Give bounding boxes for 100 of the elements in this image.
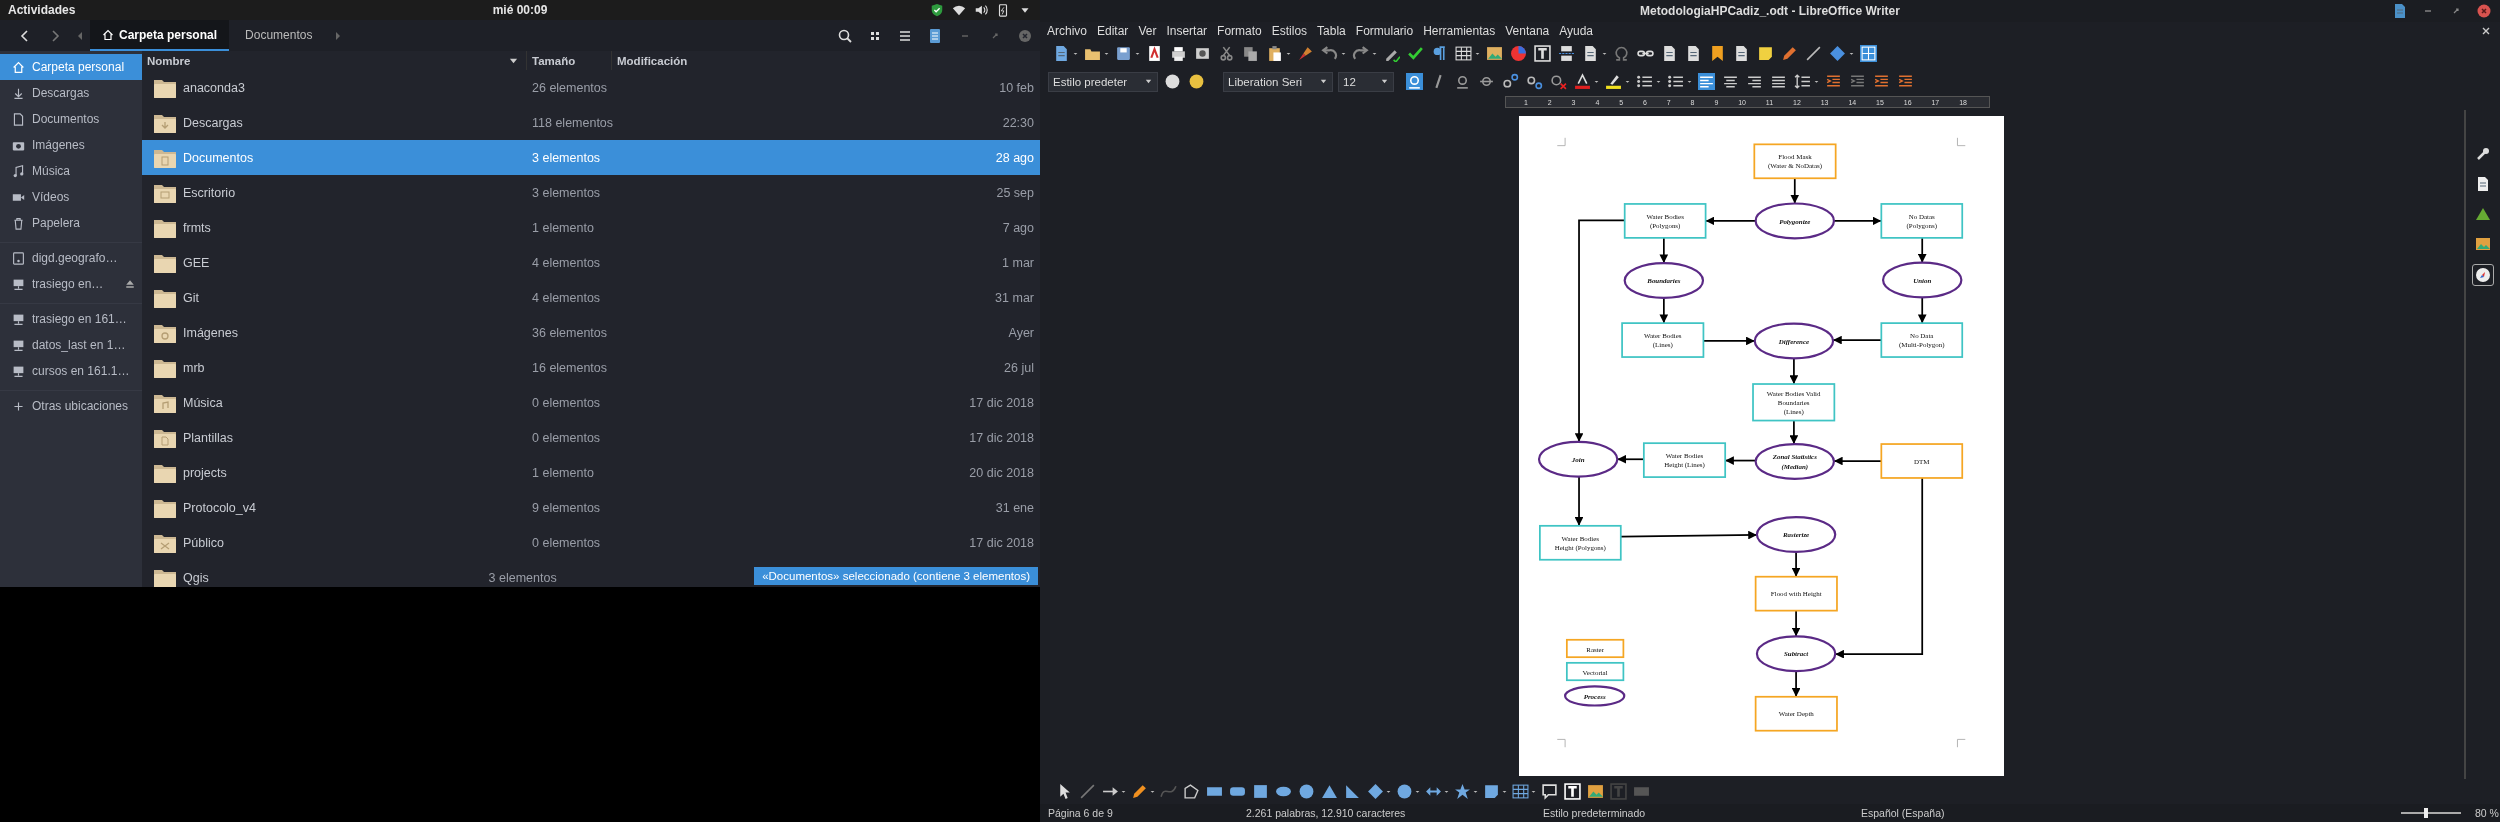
clear-format-icon[interactable]: [1550, 73, 1567, 90]
notes-icon[interactable]: [927, 27, 943, 44]
bullet-list-icon[interactable]: [1636, 73, 1653, 90]
sidebar-item[interactable]: Música: [0, 158, 142, 184]
highlight-icon[interactable]: [1605, 73, 1622, 90]
menu-item[interactable]: Formulario: [1350, 24, 1419, 38]
sidebar-item[interactable]: digd.geografo…: [0, 245, 142, 271]
sidebar-item[interactable]: Documentos: [0, 106, 142, 132]
circle-icon[interactable]: [1298, 783, 1315, 800]
file-row[interactable]: Descargas 118 elementos 22:30: [142, 105, 1040, 140]
menu-item[interactable]: Formato: [1212, 24, 1267, 38]
file-row[interactable]: Git 4 elementos 31 mar: [142, 280, 1040, 315]
checkmark-icon[interactable]: [1407, 45, 1424, 62]
undo-icon[interactable]: [1321, 45, 1338, 62]
line-spacing-icon[interactable]: [1794, 73, 1811, 90]
star-icon[interactable]: [1454, 783, 1471, 800]
file-row[interactable]: Público 0 elementos 17 dic 2018: [142, 525, 1040, 560]
table-icon[interactable]: [1512, 783, 1529, 800]
line-icon[interactable]: [1079, 783, 1096, 800]
menu-item[interactable]: Ayuda: [1554, 24, 1599, 38]
file-row[interactable]: projects 1 elemento 20 dic 2018: [142, 455, 1040, 490]
word-count[interactable]: 2.261 palabras, 12.910 caracteres: [1246, 807, 1543, 819]
menu-item[interactable]: Insertar: [1161, 24, 1213, 38]
language[interactable]: Español (España): [1861, 807, 2401, 819]
dropdown-arrow-icon[interactable]: [1319, 77, 1328, 86]
sidebar-item[interactable]: cursos en 161.1…: [0, 358, 142, 384]
paragraph-style-dropdown[interactable]: Estilo predeter: [1048, 71, 1158, 92]
volume-icon[interactable]: [974, 3, 988, 17]
sidebar-item[interactable]: datos_last en 1…: [0, 332, 142, 358]
page-style[interactable]: Estilo predeterminado: [1543, 807, 1861, 819]
search-icon[interactable]: [837, 27, 853, 44]
text-box-icon[interactable]: [1534, 45, 1551, 62]
paintbrush-icon[interactable]: [1297, 45, 1314, 62]
align-left-icon[interactable]: [1698, 73, 1715, 90]
writer-document-icon[interactable]: [2392, 3, 2408, 19]
bookmark-icon[interactable]: [1709, 45, 1726, 62]
underline-icon[interactable]: [1454, 73, 1471, 90]
compass-icon[interactable]: [2472, 264, 2494, 286]
menu-item[interactable]: Tabla: [1312, 24, 1351, 38]
pdf-export-icon[interactable]: [1146, 45, 1163, 62]
zoom-slider[interactable]: [2401, 807, 2461, 819]
close-icon[interactable]: [2480, 25, 2492, 37]
eject-icon[interactable]: [124, 278, 136, 290]
file-row[interactable]: anaconda3 26 elementos 10 feb: [142, 70, 1040, 105]
battery-icon[interactable]: [996, 3, 1010, 17]
menu-item[interactable]: Estilos: [1266, 24, 1313, 38]
square-icon[interactable]: [1252, 783, 1269, 800]
scissors-icon[interactable]: [1218, 45, 1235, 62]
font-color-icon[interactable]: [1574, 73, 1591, 90]
printer-icon[interactable]: [1170, 45, 1187, 62]
file-row[interactable]: GEE 4 elementos 1 mar: [142, 245, 1040, 280]
file-row[interactable]: Protocolo_v4 9 elementos 31 ene: [142, 490, 1040, 525]
file-row[interactable]: mrb 16 elementos 26 jul: [142, 350, 1040, 385]
activities-button[interactable]: Actividades: [8, 3, 493, 17]
file-row[interactable]: Plantillas 0 elementos 17 dic 2018: [142, 420, 1040, 455]
superscript-icon[interactable]: [1502, 73, 1519, 90]
file-row[interactable]: Escritorio 3 elementos 25 sep: [142, 175, 1040, 210]
path-tab[interactable]: Documentos: [229, 20, 329, 51]
menu-item[interactable]: Editar: [1092, 24, 1134, 38]
shield-icon[interactable]: [930, 3, 944, 17]
numbered-list-icon[interactable]: [1667, 73, 1684, 90]
chart-icon[interactable]: [1510, 45, 1527, 62]
callout-icon[interactable]: [1483, 783, 1500, 800]
font-name-dropdown[interactable]: Liberation Seri: [1223, 71, 1333, 92]
footnote-icon[interactable]: [1661, 45, 1678, 62]
line-icon[interactable]: [1805, 45, 1822, 62]
diamond-icon[interactable]: [1367, 783, 1384, 800]
sidebar-item[interactable]: Imágenes: [0, 132, 142, 158]
diamond-icon[interactable]: [1829, 45, 1846, 62]
column-header[interactable]: Modificación: [612, 51, 688, 70]
column-header[interactable]: Tamaño: [527, 51, 612, 70]
menu-item[interactable]: Archivo: [1042, 24, 1092, 38]
clock[interactable]: mié 00:09: [492, 3, 548, 17]
sidebar-item[interactable]: trasiego en 161…: [0, 306, 142, 332]
triangle-icon[interactable]: [1321, 783, 1338, 800]
zoom-level[interactable]: 80 %: [2461, 807, 2499, 819]
slider-thumb[interactable]: [2424, 808, 2429, 818]
image-icon[interactable]: [1486, 45, 1503, 62]
menu-item[interactable]: Ventana: [1500, 24, 1555, 38]
menu-item[interactable]: Herramientas: [1418, 24, 1501, 38]
endnote-icon[interactable]: [1685, 45, 1702, 62]
dropdown-arrow-icon[interactable]: [1380, 77, 1389, 86]
file-row[interactable]: Qgis 3 elementos: [142, 560, 755, 587]
copy-icon[interactable]: [1242, 45, 1259, 62]
close-icon[interactable]: [2476, 3, 2492, 19]
column-header[interactable]: Nombre: [142, 51, 527, 70]
sidebar-item[interactable]: Vídeos: [0, 184, 142, 210]
omega-icon[interactable]: [1613, 45, 1630, 62]
sort-caret-icon[interactable]: [509, 56, 518, 65]
speech-bubble-icon[interactable]: [1541, 783, 1558, 800]
polygon-icon[interactable]: [1183, 783, 1200, 800]
sidebar-item[interactable]: Descargas: [0, 80, 142, 106]
new-document-icon[interactable]: [1053, 45, 1070, 62]
subscript-icon[interactable]: [1526, 73, 1543, 90]
redo-icon[interactable]: [1352, 45, 1369, 62]
text-frame-icon[interactable]: [1587, 783, 1604, 800]
field-icon[interactable]: [1582, 45, 1599, 62]
clipboard-icon[interactable]: [1266, 45, 1283, 62]
comment-icon[interactable]: [1757, 45, 1774, 62]
wifi-icon[interactable]: [952, 3, 966, 17]
